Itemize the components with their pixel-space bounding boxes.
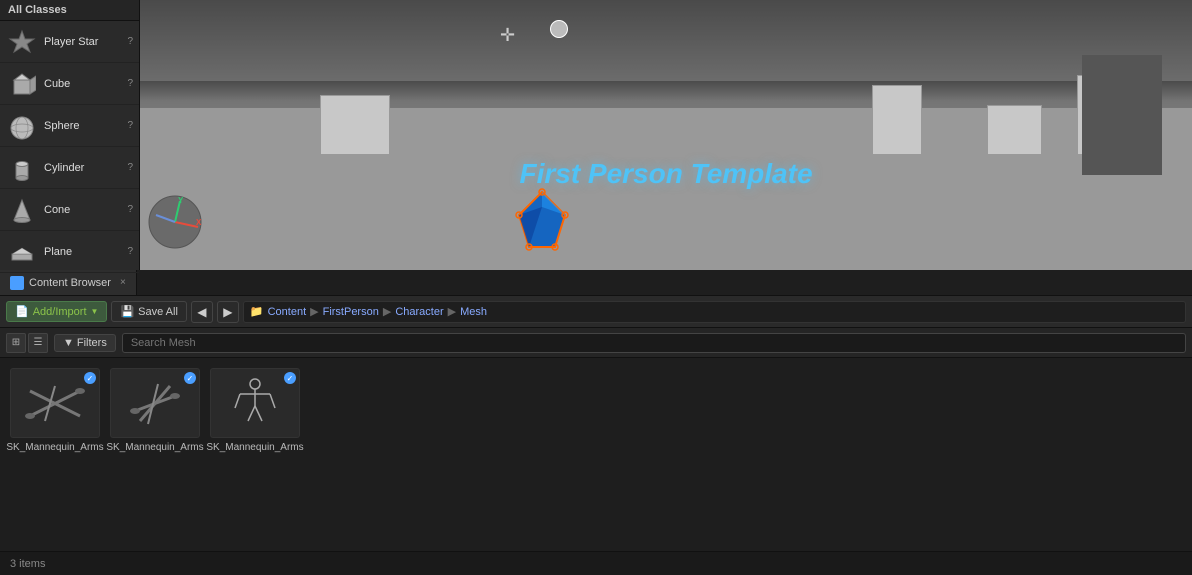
asset-name-cylinder: Cylinder [44, 162, 125, 174]
filters-button[interactable]: ▼ Filters [54, 334, 116, 352]
filters-label: Filters [77, 337, 107, 349]
breadcrumb-character[interactable]: Character [395, 306, 443, 318]
sphere-icon [6, 110, 38, 142]
asset-item-cone[interactable]: Cone ? [0, 189, 139, 231]
asset-badge-1: ✓ [184, 372, 196, 384]
content-browser-panel: Content Browser × 📄 Add/Import ▼ 💾 Save … [0, 270, 1192, 575]
asset-item-plane[interactable]: Plane ? [0, 231, 139, 273]
view-tile-button[interactable]: ⊞ [6, 333, 26, 353]
asset-label-2: SK_Mannequin_Arms [206, 441, 303, 454]
content-browser-tab[interactable]: Content Browser × [0, 270, 137, 295]
filter-bar: ⊞ ☰ ▼ Filters [0, 328, 1192, 358]
breadcrumb-sep-2: ▶ [383, 305, 391, 318]
asset-name-sphere: Sphere [44, 120, 125, 132]
player-dot [550, 20, 568, 38]
breadcrumb-content[interactable]: Content [268, 306, 307, 318]
asset-card-0[interactable]: ✓ SK_Mannequin_Arms [10, 368, 100, 454]
save-all-label: Save All [138, 306, 178, 318]
add-import-label: Add/Import [33, 306, 87, 318]
asset-name-cube: Cube [44, 78, 125, 90]
content-browser-tab-icon [10, 276, 24, 290]
blue-gem-object [515, 187, 570, 255]
help-icon-cube: ? [127, 78, 133, 89]
breadcrumb-sep-1: ▶ [310, 305, 318, 318]
cube-icon [6, 68, 38, 100]
asset-item-sphere[interactable]: Sphere ? [0, 105, 139, 147]
help-icon-plane: ? [127, 246, 133, 257]
asset-grid: ✓ SK_Mannequin_Arms ✓ SK_Mannequin_Arms [0, 358, 1192, 551]
filter-icon: ▼ [63, 337, 74, 349]
content-browser-toolbar: 📄 Add/Import ▼ 💾 Save All ◀ ▶ 📁 Content … [0, 296, 1192, 328]
folder-icon: 📁 [250, 305, 264, 318]
player-star-icon [6, 26, 38, 58]
asset-name-plane: Plane [44, 246, 125, 258]
all-classes-header: All Classes [0, 0, 139, 21]
nav-back-button[interactable]: ◀ [191, 301, 213, 323]
help-icon-player-star: ? [127, 36, 133, 47]
asset-name-cone: Cone [44, 204, 125, 216]
help-icon-sphere: ? [127, 120, 133, 131]
3d-viewport[interactable]: First Person Template ✛ [140, 0, 1192, 270]
content-browser-tab-close[interactable]: × [120, 277, 126, 288]
breadcrumb-sep-3: ▶ [448, 305, 456, 318]
cone-icon [6, 194, 38, 226]
asset-thumb-1: ✓ [110, 368, 200, 438]
search-input[interactable] [122, 333, 1186, 353]
xyz-gizmo: X Y [148, 195, 203, 250]
add-icon: 📄 [15, 305, 29, 318]
item-count: 3 items [10, 558, 45, 570]
breadcrumb-mesh[interactable]: Mesh [460, 306, 487, 318]
content-browser-tab-label: Content Browser [29, 277, 111, 289]
view-list-button[interactable]: ☰ [28, 333, 48, 353]
asset-name-player-star: Player Star [44, 36, 125, 48]
asset-badge-2: ✓ [284, 372, 296, 384]
asset-card-1[interactable]: ✓ SK_Mannequin_Arms [110, 368, 200, 454]
plane-icon [6, 236, 38, 268]
svg-text:X: X [196, 218, 202, 227]
scene-cube-2 [872, 85, 922, 155]
asset-card-2[interactable]: ✓ SK_Mannequin_Arms [210, 368, 300, 454]
viewport-scene: First Person Template ✛ [140, 0, 1192, 270]
nav-forward-button[interactable]: ▶ [217, 301, 239, 323]
add-import-dropdown-arrow: ▼ [91, 307, 99, 316]
status-bar: 3 items [0, 551, 1192, 575]
scene-title-text: First Person Template [519, 158, 812, 190]
asset-thumb-2: ✓ [210, 368, 300, 438]
asset-label-0: SK_Mannequin_Arms [6, 441, 103, 454]
breadcrumb-bar: 📁 Content ▶ FirstPerson ▶ Character ▶ Me… [243, 301, 1186, 323]
content-browser-tabbar: Content Browser × [0, 270, 1192, 296]
svg-text:Y: Y [178, 196, 184, 205]
help-icon-cone: ? [127, 204, 133, 215]
add-import-button[interactable]: 📄 Add/Import ▼ [6, 301, 107, 322]
save-icon: 💾 [120, 305, 134, 318]
scene-cube-1 [320, 95, 390, 155]
cylinder-icon [6, 152, 38, 184]
breadcrumb-firstperson[interactable]: FirstPerson [323, 306, 379, 318]
asset-item-cube[interactable]: Cube ? [0, 63, 139, 105]
crosshair-widget: ✛ [500, 25, 515, 46]
asset-badge-0: ✓ [84, 372, 96, 384]
asset-list: Player Star ? Cube ? [0, 21, 139, 273]
view-toggle: ⊞ ☰ [6, 333, 48, 353]
help-icon-cylinder: ? [127, 162, 133, 173]
asset-label-1: SK_Mannequin_Arms [106, 441, 203, 454]
scene-dark-block [1082, 55, 1162, 175]
scene-cube-3 [987, 105, 1042, 155]
asset-thumb-0: ✓ [10, 368, 100, 438]
asset-item-cylinder[interactable]: Cylinder ? [0, 147, 139, 189]
asset-item-player-star[interactable]: Player Star ? [0, 21, 139, 63]
save-all-button[interactable]: 💾 Save All [111, 301, 186, 322]
left-class-panel: All Classes Player Star ? Cube ? [0, 0, 140, 270]
